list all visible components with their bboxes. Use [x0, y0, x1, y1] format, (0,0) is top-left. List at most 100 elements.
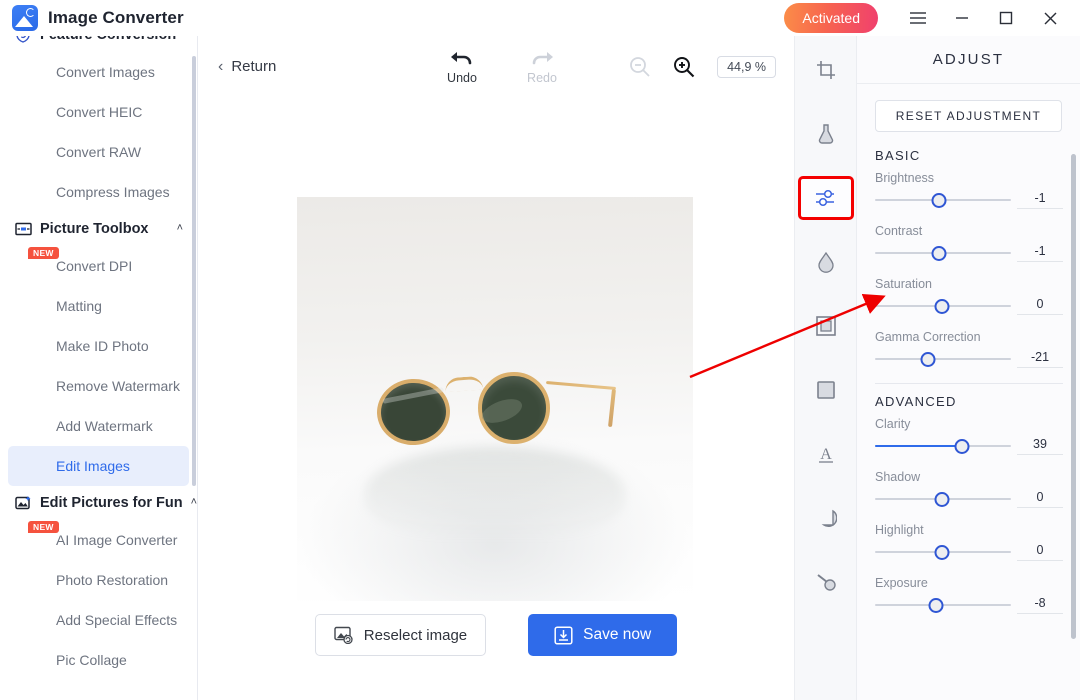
sidebar-group-0[interactable]: Feature Conversion˄ [0, 36, 197, 52]
svg-text:A: A [820, 446, 832, 463]
zoom-out-icon[interactable] [629, 56, 651, 78]
sidebar-item-remove-watermark[interactable]: Remove Watermark [8, 366, 189, 406]
slider-track-exposure[interactable] [875, 595, 1011, 615]
title-bar: Image Converter Activated [0, 0, 1080, 36]
editor-area: ‹ Return Undo Redo [198, 36, 1080, 700]
chevron-up-icon: ˄ [191, 497, 197, 508]
sidebar-item-label: Matting [56, 298, 102, 314]
editor-toolbar: ‹ Return Undo Redo [198, 36, 794, 102]
sidebar-group-2[interactable]: Edit Pictures for Fun˄ [0, 486, 197, 520]
sidebar-item-ai-image-converter[interactable]: NEWAI Image Converter [8, 520, 189, 560]
adjust-sliders-icon[interactable] [798, 176, 854, 220]
edit-pictures-for-fun-icon [14, 494, 32, 512]
undo-arrow-icon [449, 48, 475, 68]
slider-handle-gamma-correction[interactable] [921, 352, 936, 367]
slider-track-shadow[interactable] [875, 489, 1011, 509]
sidebar-scrollbar[interactable] [192, 56, 196, 486]
sidebar-item-label: Convert Images [56, 64, 155, 80]
slider-value-brightness[interactable]: -1 [1017, 191, 1063, 209]
slider-value-contrast[interactable]: -1 [1017, 244, 1063, 262]
image-preview[interactable] [297, 197, 693, 601]
slider-handle-contrast[interactable] [931, 246, 946, 261]
water-droplet-icon[interactable] [804, 240, 848, 284]
return-button[interactable]: ‹ Return [218, 58, 276, 75]
sidebar-group-1[interactable]: Picture Toolbox˄ [0, 212, 197, 246]
zoom-in-icon[interactable] [673, 56, 695, 78]
redo-label: Redo [527, 71, 557, 85]
adjust-panel: ADJUST RESET ADJUSTMENT BASICBrightness-… [856, 36, 1080, 700]
filter-flask-icon[interactable] [804, 112, 848, 156]
sidebar-item-convert-images[interactable]: Convert Images [8, 52, 189, 92]
close-icon[interactable] [1028, 0, 1072, 36]
slider-label-brightness: Brightness [875, 171, 1063, 185]
slider-row-contrast: Contrast-1 [875, 224, 1063, 263]
slider-track-brightness[interactable] [875, 190, 1011, 210]
border-icon[interactable] [804, 368, 848, 412]
return-label: Return [231, 58, 276, 75]
retouch-brush-icon[interactable] [804, 560, 848, 604]
chevron-up-icon: ˄ [177, 223, 183, 234]
sidebar-item-add-watermark[interactable]: Add Watermark [8, 406, 189, 446]
slider-handle-brightness[interactable] [931, 193, 946, 208]
adjust-panel-scrollbar[interactable] [1071, 154, 1076, 639]
minimize-icon[interactable] [940, 0, 984, 36]
chevron-left-icon: ‹ [218, 59, 223, 75]
section-divider [875, 383, 1063, 384]
adjust-slider-list: BASICBrightness-1Contrast-1Saturation0Ga… [857, 148, 1080, 700]
undo-label: Undo [447, 71, 477, 85]
sidebar: Feature Conversion˄ Convert Images Convert… [0, 36, 198, 700]
slider-value-shadow[interactable]: 0 [1017, 490, 1063, 508]
slider-handle-highlight[interactable] [934, 545, 949, 560]
zoom-level-value[interactable]: 44,9 % [717, 56, 776, 78]
slider-row-gamma-correction: Gamma Correction-21 [875, 330, 1063, 369]
sidebar-item-convert-dpi[interactable]: NEWConvert DPI [8, 246, 189, 286]
save-now-button[interactable]: Save now [528, 614, 677, 656]
frame-icon[interactable] [804, 304, 848, 348]
crop-icon[interactable] [804, 48, 848, 92]
app-window: Image Converter Activated Feature Conver… [0, 0, 1080, 700]
sidebar-item-add-special-effects[interactable]: Add Special Effects [8, 600, 189, 640]
image-converter-logo-icon [12, 5, 38, 31]
sidebar-item-convert-raw[interactable]: Convert RAW [8, 132, 189, 172]
slider-row-saturation: Saturation0 [875, 277, 1063, 316]
zoom-controls: 44,9 % [629, 56, 776, 78]
slider-value-clarity[interactable]: 39 [1017, 437, 1063, 455]
slider-handle-clarity[interactable] [955, 439, 970, 454]
slider-row-highlight: Highlight0 [875, 523, 1063, 562]
slider-handle-shadow[interactable] [934, 492, 949, 507]
maximize-icon[interactable] [984, 0, 1028, 36]
sidebar-item-compress-images[interactable]: Compress Images [8, 172, 189, 212]
sidebar-item-label: Convert DPI [56, 258, 132, 274]
reselect-image-button[interactable]: Reselect image [315, 614, 486, 656]
watermark-icon[interactable] [804, 496, 848, 540]
hamburger-menu-icon[interactable] [896, 0, 940, 36]
slider-track-contrast[interactable] [875, 243, 1011, 263]
reset-adjustment-button[interactable]: RESET ADJUSTMENT [875, 100, 1062, 132]
sidebar-item-make-id-photo[interactable]: Make ID Photo [8, 326, 189, 366]
slider-label-shadow: Shadow [875, 470, 1063, 484]
chevron-up-icon: ˄ [184, 36, 190, 40]
slider-value-saturation[interactable]: 0 [1017, 297, 1063, 315]
slider-value-gamma-correction[interactable]: -21 [1017, 350, 1063, 368]
undo-button[interactable]: Undo [436, 48, 488, 85]
undo-redo-group: Undo Redo [436, 48, 568, 85]
sidebar-item-convert-heic[interactable]: Convert HEIC [8, 92, 189, 132]
slider-track-highlight[interactable] [875, 542, 1011, 562]
slider-handle-exposure[interactable] [929, 598, 944, 613]
sidebar-item-matting[interactable]: Matting [8, 286, 189, 326]
redo-button[interactable]: Redo [516, 48, 568, 85]
picture-toolbox-icon [14, 220, 32, 238]
sidebar-item-photo-restoration[interactable]: Photo Restoration [8, 560, 189, 600]
slider-track-clarity[interactable] [875, 436, 1011, 456]
sidebar-item-label: Remove Watermark [56, 378, 180, 394]
slider-track-saturation[interactable] [875, 296, 1011, 316]
sidebar-item-pic-collage[interactable]: Pic Collage [8, 640, 189, 680]
slider-track-gamma-correction[interactable] [875, 349, 1011, 369]
text-icon[interactable]: A [804, 432, 848, 476]
sidebar-item-edit-images[interactable]: Edit Images [8, 446, 189, 486]
slider-value-exposure[interactable]: -8 [1017, 596, 1063, 614]
slider-value-highlight[interactable]: 0 [1017, 543, 1063, 561]
activated-badge[interactable]: Activated [784, 3, 878, 33]
slider-handle-saturation[interactable] [934, 299, 949, 314]
sidebar-item-label: Photo Restoration [56, 572, 168, 588]
